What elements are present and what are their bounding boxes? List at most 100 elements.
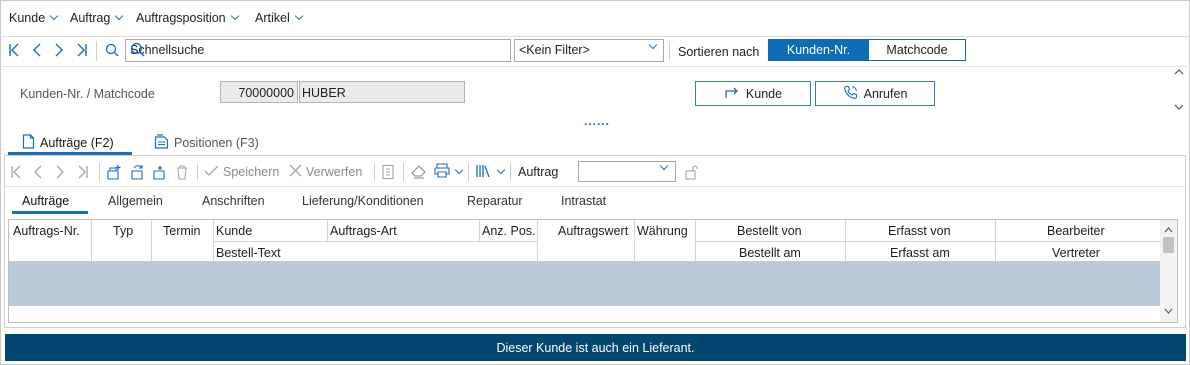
chevron-down-icon <box>496 165 506 175</box>
active-subtab-indicator <box>12 211 88 214</box>
filter-value: <Kein Filter> <box>519 43 590 57</box>
divider <box>5 186 1185 187</box>
kunde-button-label: Kunde <box>745 86 783 101</box>
col-header-anz-pos[interactable]: Anz. Pos. <box>482 224 536 238</box>
toolbar-next-icon[interactable] <box>55 163 65 181</box>
divider <box>403 163 404 181</box>
checkmark-icon <box>204 164 219 180</box>
new-order-icon[interactable] <box>106 163 123 181</box>
divider <box>96 41 97 61</box>
chevron-down-icon <box>49 11 59 21</box>
sort-label: Sortieren nach <box>678 45 760 59</box>
col-header-bestell-text[interactable]: Bestell-Text <box>216 246 281 260</box>
toolbar-last-icon[interactable] <box>77 163 89 181</box>
anrufen-button[interactable]: Anrufen <box>815 81 935 106</box>
library-button[interactable] <box>475 163 506 182</box>
grid-column-divider <box>91 220 92 261</box>
chevron-down-icon <box>230 11 239 21</box>
kunden-nr-field[interactable]: 70000000 <box>220 81 298 103</box>
phone-icon <box>843 85 858 103</box>
col-header-auftragswert[interactable]: Auftragswert <box>558 224 628 238</box>
grid-column-divider <box>995 220 996 261</box>
col-header-kunde[interactable]: Kunde <box>216 224 252 238</box>
matchcode-field[interactable]: HUBER <box>299 81 465 103</box>
trash-icon[interactable] <box>175 163 189 181</box>
save-button[interactable]: Speichern <box>204 163 279 181</box>
subtab-auftraege[interactable]: Aufträge <box>22 194 69 208</box>
tab-auftraege[interactable]: Aufträge (F2) <box>22 133 114 153</box>
copy-order-icon[interactable] <box>129 163 146 181</box>
chevron-down-icon <box>294 11 303 21</box>
col-header-vertreter[interactable]: Vertreter <box>1052 246 1100 260</box>
grid-header-divider <box>213 241 537 242</box>
printer-icon <box>433 163 451 181</box>
header-scrollbar[interactable] <box>1172 66 1186 116</box>
tab-positionen[interactable]: Positionen (F3) <box>154 133 259 153</box>
sort-matchcode-button[interactable]: Matchcode <box>868 39 966 61</box>
grid-column-divider <box>634 220 635 261</box>
col-header-erfasst-von[interactable]: Erfasst von <box>888 224 951 238</box>
col-header-bestellt-am[interactable]: Bestellt am <box>739 246 801 260</box>
kunde-button[interactable]: Kunde <box>695 81 811 106</box>
chevron-down-icon <box>454 165 464 175</box>
grid-scrollbar[interactable] <box>1160 220 1177 322</box>
auftrag-label: Auftrag <box>518 165 559 179</box>
col-header-auftrags-nr[interactable]: Auftrags-Nr. <box>13 224 80 238</box>
discard-button[interactable]: Verwerfen <box>289 163 362 181</box>
first-icon[interactable] <box>6 41 22 59</box>
grid-column-divider <box>695 220 696 261</box>
status-message: Dieser Kunde ist auch ein Lieferant. <box>496 340 695 355</box>
notes-icon[interactable] <box>381 163 395 181</box>
status-bar: Dieser Kunde ist auch ein Lieferant. <box>5 334 1186 361</box>
chevron-down-icon <box>659 161 669 171</box>
print-button[interactable] <box>433 163 464 181</box>
chevron-down-icon <box>115 11 124 21</box>
col-header-bestellt-von[interactable]: Bestellt von <box>737 224 802 238</box>
prev-icon[interactable] <box>29 41 45 59</box>
chevron-down-icon <box>648 40 658 50</box>
col-header-termin[interactable]: Termin <box>163 224 201 238</box>
search-icon[interactable] <box>104 41 120 59</box>
subtab-reparatur[interactable]: Reparatur <box>467 194 523 208</box>
menu-kunde[interactable]: Kunde <box>9 11 59 25</box>
grid-column-divider <box>537 220 538 261</box>
table-row-selected[interactable] <box>9 262 1160 306</box>
menu-artikel[interactable]: Artikel <box>255 11 303 25</box>
menu-auftragsposition-label: Auftragsposition <box>136 11 226 25</box>
search-icon[interactable] <box>130 42 507 60</box>
divider <box>99 163 100 181</box>
subtab-anschriften[interactable]: Anschriften <box>202 194 265 208</box>
last-icon[interactable] <box>74 41 90 59</box>
col-header-waehrung[interactable]: Währung <box>637 224 688 238</box>
filter-select[interactable]: <Kein Filter> <box>514 39 664 62</box>
grid-column-divider <box>845 220 846 261</box>
subtab-intrastat[interactable]: Intrastat <box>561 194 606 208</box>
grid-column-divider <box>151 220 152 261</box>
auftrag-select[interactable] <box>578 161 676 182</box>
discard-button-label: Verwerfen <box>306 165 363 179</box>
divider <box>0 66 1190 67</box>
kunden-matchcode-label: Kunden-Nr. / Matchcode <box>20 87 155 101</box>
lock-icon[interactable] <box>684 163 700 181</box>
col-header-bearbeiter[interactable]: Bearbeiter <box>1047 224 1105 238</box>
menu-auftragsposition[interactable]: Auftragsposition <box>136 11 239 25</box>
sort-kunden-nr-button[interactable]: Kunden-Nr. <box>768 39 869 61</box>
subtab-lieferung-konditionen[interactable]: Lieferung/Konditionen <box>302 194 424 208</box>
add-position-icon[interactable] <box>152 163 169 181</box>
clean-icon[interactable] <box>410 163 427 181</box>
books-icon <box>475 163 493 182</box>
col-header-erfasst-am[interactable]: Erfasst am <box>890 246 950 260</box>
col-header-typ[interactable]: Typ <box>113 224 133 238</box>
quick-search-input[interactable]: Schnellsuche <box>125 39 511 62</box>
menu-kunde-label: Kunde <box>9 11 46 25</box>
col-header-auftrags-art[interactable]: Auftrags-Art <box>330 224 397 238</box>
toolbar-prev-icon[interactable] <box>33 163 43 181</box>
splitter-handle[interactable]: ...... <box>584 114 610 128</box>
menu-auftrag[interactable]: Auftrag <box>70 11 124 25</box>
tab-auftraege-label: Aufträge (F2) <box>40 136 114 150</box>
subtab-allgemein[interactable]: Allgemein <box>108 194 163 208</box>
grid-column-divider <box>327 220 328 241</box>
next-icon[interactable] <box>51 41 67 59</box>
document-icon <box>22 134 35 152</box>
toolbar-first-icon[interactable] <box>10 163 22 181</box>
